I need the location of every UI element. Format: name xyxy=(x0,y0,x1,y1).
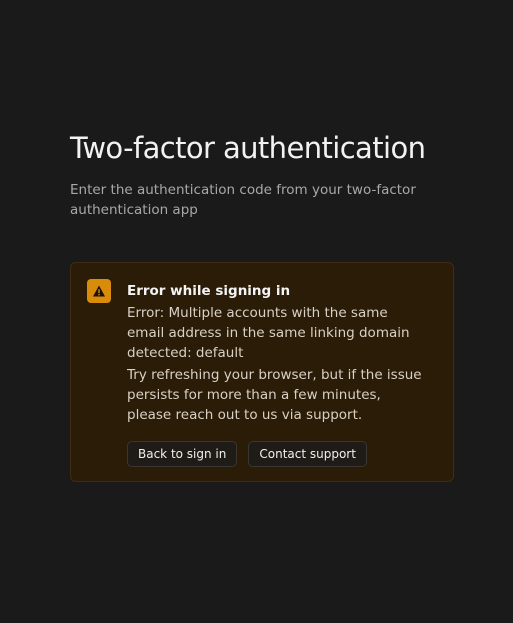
page-title: Two-factor authentication xyxy=(70,131,426,165)
alert-error-message: Error: Multiple accounts with the same e… xyxy=(127,305,410,361)
contact-support-button[interactable]: Contact support xyxy=(248,441,367,467)
alert-hint-message: Try refreshing your browser, but if the … xyxy=(127,367,422,423)
warning-icon xyxy=(87,279,111,303)
page-subtitle: Enter the authentication code from your … xyxy=(70,182,416,218)
alert-actions: Back to sign in Contact support xyxy=(127,441,427,467)
main-content: Two-factor authentication Enter the auth… xyxy=(70,128,454,482)
alert-body: Error while signing in Error: Multiple a… xyxy=(127,281,427,467)
alert-heading: Error while signing in xyxy=(127,283,291,299)
back-to-sign-in-button[interactable]: Back to sign in xyxy=(127,441,238,467)
two-factor-page: Two-factor authentication Enter the auth… xyxy=(0,0,513,623)
error-alert: Error while signing in Error: Multiple a… xyxy=(70,262,454,482)
